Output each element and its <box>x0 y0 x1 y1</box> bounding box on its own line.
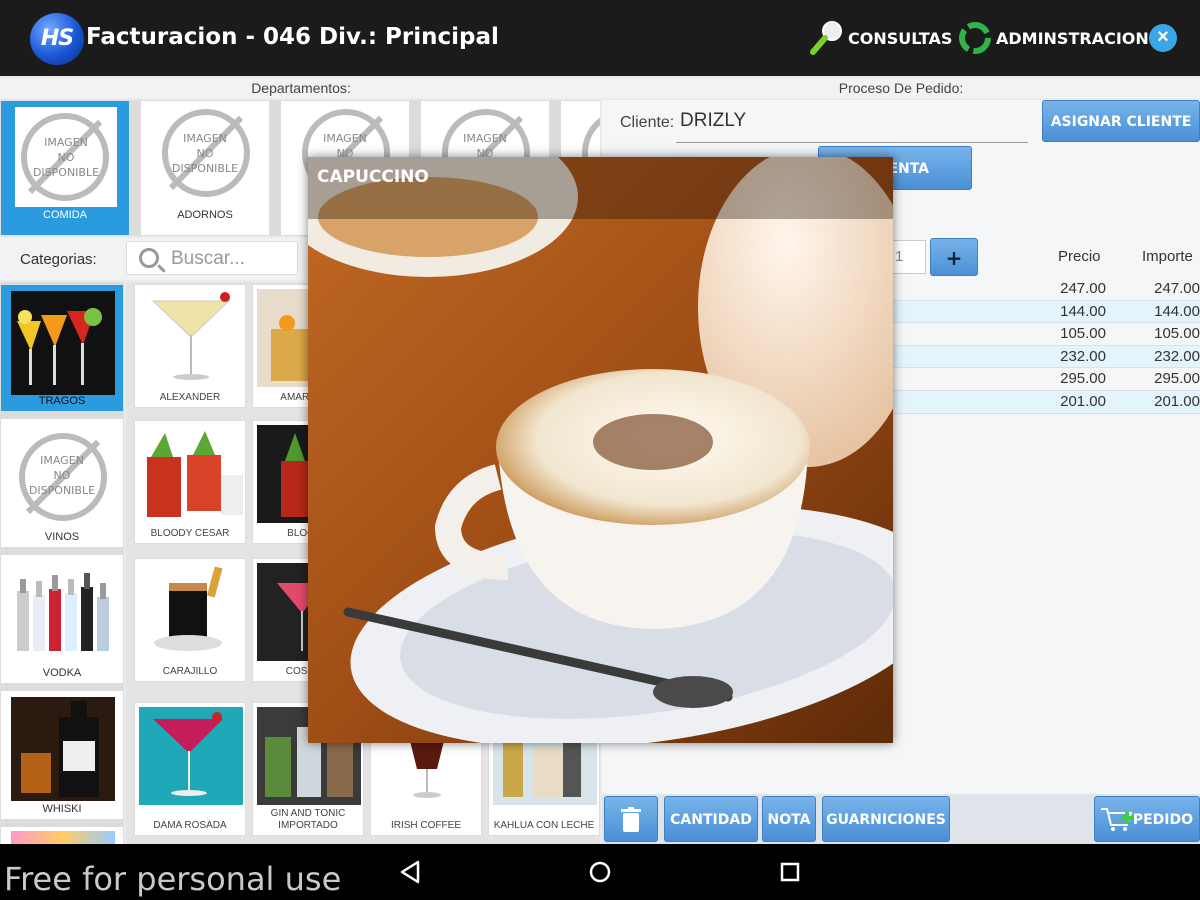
consultas-label: CONSULTAS <box>848 28 953 48</box>
top-bar: HS Facturacion - 046 Div.: Principal CON… <box>0 0 1200 76</box>
row-importe: 295.00 <box>1154 370 1200 388</box>
administracion-button[interactable]: ADMINSTRACION <box>956 18 1149 58</box>
row-precio: 247.00 <box>1060 280 1106 297</box>
whisky-image <box>11 697 115 801</box>
product-label: GIN AND TONIC IMPORTADO <box>270 808 346 831</box>
category-label: TRAGOS <box>38 395 86 407</box>
cliente-value[interactable]: DRIZLY <box>680 110 746 132</box>
cocktails-image <box>11 291 115 395</box>
search-icon <box>139 248 159 268</box>
product-alexander[interactable]: ALEXANDER <box>134 284 246 408</box>
cantidad-button[interactable]: CANTIDAD <box>664 796 758 842</box>
category-tile[interactable] <box>0 826 124 844</box>
app-logo: HS <box>30 13 84 65</box>
department-comida[interactable]: IMAGEN NO DISPONIBLE COMIDA <box>0 100 130 236</box>
delete-button[interactable] <box>604 796 658 842</box>
category-label: VODKA <box>42 667 82 679</box>
vodka-bottles-image <box>11 561 115 665</box>
row-precio: 295.00 <box>1060 370 1106 388</box>
importe-column-header: Importe <box>1142 248 1193 265</box>
cart-icon <box>1101 808 1133 831</box>
row-precio: 105.00 <box>1060 325 1106 343</box>
overlay-title: CAPUCCINO <box>317 167 429 187</box>
department-image: IMAGEN NO DISPONIBLE <box>15 107 117 207</box>
product-dama-rosada[interactable]: DAMA ROSADA <box>134 702 246 836</box>
category-vinos[interactable]: IMAGEN NO DISPONIBLE VINOS <box>0 418 124 548</box>
product-carajillo[interactable]: CARAJILLO <box>134 558 246 682</box>
trash-icon <box>621 807 641 832</box>
capuccino-photo <box>308 157 893 743</box>
precio-column-header: Precio <box>1058 248 1101 265</box>
row-precio: 232.00 <box>1060 347 1106 365</box>
row-importe: 232.00 <box>1154 347 1200 365</box>
recycle-icon <box>959 22 991 54</box>
guarniciones-button[interactable]: GUARNICIONES <box>822 796 950 842</box>
category-vodka[interactable]: VODKA <box>0 554 124 684</box>
product-label: BLOODY CESAR <box>150 528 230 539</box>
product-label: IRISH COFFEE <box>390 820 461 831</box>
category-whiski[interactable]: WHISKI <box>0 690 124 820</box>
asignar-cliente-button[interactable]: ASIGNAR CLIENTE <box>1042 100 1200 142</box>
row-precio: 144.00 <box>1060 302 1106 320</box>
product-label: ALEXANDER <box>159 392 221 403</box>
product-label: KAHLUA CON LECHE <box>493 820 595 831</box>
administracion-label: ADMINSTRACION <box>996 28 1149 48</box>
product-label: CARAJILLO <box>162 666 218 677</box>
no-image-text: IMAGEN NO <box>323 132 367 160</box>
magnifier-icon <box>810 21 842 55</box>
order-actions-bar: CANTIDAD NOTA GUARNICIONES PEDIDO <box>602 794 1200 844</box>
department-label: COMIDA <box>43 209 87 221</box>
dama-rosada-image <box>139 707 243 805</box>
row-importe: 247.00 <box>1154 280 1200 297</box>
search-input[interactable] <box>171 247 291 271</box>
no-image-text: IMAGEN NO DISPONIBLE <box>32 136 100 179</box>
close-button[interactable]: × <box>1149 24 1177 52</box>
recents-icon[interactable] <box>776 858 804 886</box>
categories-label: Categorias: <box>20 251 97 268</box>
row-importe: 105.00 <box>1154 325 1200 343</box>
home-icon[interactable] <box>586 858 614 886</box>
nota-button[interactable]: NOTA <box>762 796 816 842</box>
categories-column: TRAGOS IMAGEN NO DISPONIBLE VINOS VODKA WH… <box>0 282 124 844</box>
pedido-button[interactable]: PEDIDO <box>1094 796 1200 842</box>
close-icon: × <box>1157 26 1169 48</box>
category-label: VINOS <box>44 531 80 543</box>
row-precio: 201.00 <box>1060 392 1106 410</box>
department-label: ADORNOS <box>177 209 233 221</box>
cliente-underline <box>676 142 1028 143</box>
no-image-text: IMAGEN NO DISPONIBLE <box>171 132 239 175</box>
carajillo-image <box>139 563 243 661</box>
bloody-cesar-image <box>139 425 243 523</box>
back-icon[interactable] <box>396 858 424 886</box>
product-label: DAMA ROSADA <box>153 820 227 831</box>
row-importe: 201.00 <box>1154 392 1200 410</box>
no-image-text: IMAGEN NO <box>463 132 507 160</box>
consultas-button[interactable]: CONSULTAS <box>808 18 952 58</box>
cliente-label: Cliente: <box>620 114 675 131</box>
watermark-text: Free for personal use <box>4 860 342 898</box>
row-importe: 144.00 <box>1154 302 1200 320</box>
product-bloody-cesar[interactable]: BLOODY CESAR <box>134 420 246 544</box>
proceso-pedido-header: Proceso De Pedido: <box>602 78 1200 98</box>
category-tragos[interactable]: TRAGOS <box>0 284 124 412</box>
search-box[interactable] <box>126 241 298 275</box>
category-image <box>11 831 115 844</box>
no-image-text: IMAGEN NO DISPONIBLE <box>28 454 96 497</box>
pedido-label: PEDIDO <box>1132 812 1193 828</box>
category-label: WHISKI <box>42 803 82 815</box>
product-preview-overlay[interactable]: CAPUCCINO <box>308 157 893 743</box>
department-adornos[interactable]: IMAGEN NO DISPONIBLE ADORNOS <box>140 100 270 236</box>
departamentos-header: Departamentos: <box>0 78 602 98</box>
app-title: Facturacion - 046 Div.: Principal <box>86 24 499 50</box>
martini-image <box>139 289 243 387</box>
add-quantity-button[interactable]: + <box>930 238 978 276</box>
